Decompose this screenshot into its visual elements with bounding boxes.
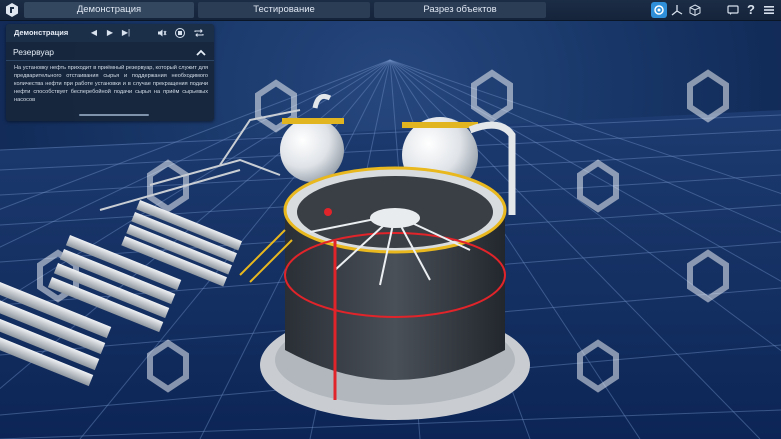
help-icon[interactable]: ?: [743, 2, 759, 18]
axes-icon[interactable]: [669, 2, 685, 18]
previous-icon[interactable]: ◀: [88, 27, 100, 39]
scrollbar[interactable]: [79, 114, 149, 116]
view-mode-icon[interactable]: [651, 2, 667, 18]
app-logo-icon: [4, 2, 20, 18]
repeat-icon[interactable]: [193, 27, 205, 39]
menu-icon[interactable]: [761, 2, 777, 18]
section-header[interactable]: Резервуар: [6, 44, 214, 61]
cube-icon[interactable]: [687, 2, 703, 18]
panel-header: Демонстрация ◀ ▶ ▶|: [6, 24, 214, 42]
next-icon[interactable]: ▶|: [120, 27, 132, 39]
tab-object-section[interactable]: Разрез объектов: [374, 2, 546, 18]
main-tank: [260, 166, 530, 420]
top-bar: Демонстрация Тестирование Разрез объекто…: [0, 0, 781, 21]
tab-testing[interactable]: Тестирование: [198, 2, 370, 18]
chevron-up-icon[interactable]: [195, 46, 207, 58]
chat-icon[interactable]: [725, 2, 741, 18]
panel-title: Демонстрация: [14, 28, 69, 37]
play-icon[interactable]: ▶: [104, 27, 116, 39]
section-title: Резервуар: [13, 47, 55, 57]
record-icon[interactable]: [174, 27, 186, 39]
spherical-tank-left: [280, 118, 344, 182]
description-text: На установку нефть приходит в приёмный р…: [14, 65, 208, 103]
demonstration-panel: Демонстрация ◀ ▶ ▶| Резервуар На установ…: [6, 24, 214, 121]
tab-demonstration[interactable]: Демонстрация: [24, 2, 194, 18]
sound-icon[interactable]: [156, 27, 168, 39]
